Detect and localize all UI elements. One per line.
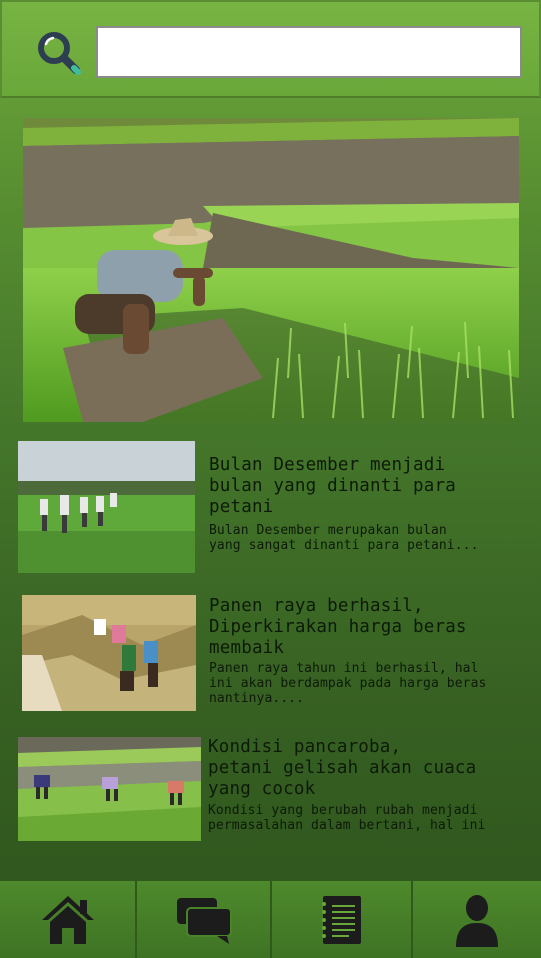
article-title[interactable]: Bulan Desember menjadi bulan yang dinant… [209,455,456,518]
home-icon [40,894,96,946]
article-thumbnail[interactable] [18,737,201,841]
chat-icon [175,896,233,944]
notepad-icon [319,894,365,946]
article-title[interactable]: Kondisi pancaroba, petani gelisah akan c… [208,737,476,800]
article-title[interactable]: Panen raya berhasil, Diperkirakan harga … [209,596,467,659]
header-bar [0,0,541,98]
nav-item-home[interactable] [0,881,137,958]
article-excerpt: Bulan Desember merupakan bulan yang sang… [209,523,479,553]
user-icon [454,893,500,947]
search-input[interactable] [96,26,522,78]
article-thumbnail[interactable] [22,595,196,711]
list-item[interactable]: Bulan Desember menjadi bulan yang dinant… [18,441,528,573]
list-item[interactable]: Panen raya berhasil, Diperkirakan harga … [18,595,528,713]
search-icon[interactable] [32,26,84,78]
list-item[interactable]: Kondisi pancaroba, petani gelisah akan c… [18,737,528,843]
nav-item-profile[interactable] [413,881,541,958]
article-excerpt: Panen raya tahun ini berhasil, hal ini a… [209,661,487,706]
article-excerpt: Kondisi yang berubah rubah menjadi perma… [208,803,486,833]
hero-image[interactable] [23,118,519,422]
nav-item-chat[interactable] [137,881,272,958]
bottom-nav-bar [0,879,541,958]
article-thumbnail[interactable] [18,441,195,573]
nav-item-notes[interactable] [272,881,413,958]
